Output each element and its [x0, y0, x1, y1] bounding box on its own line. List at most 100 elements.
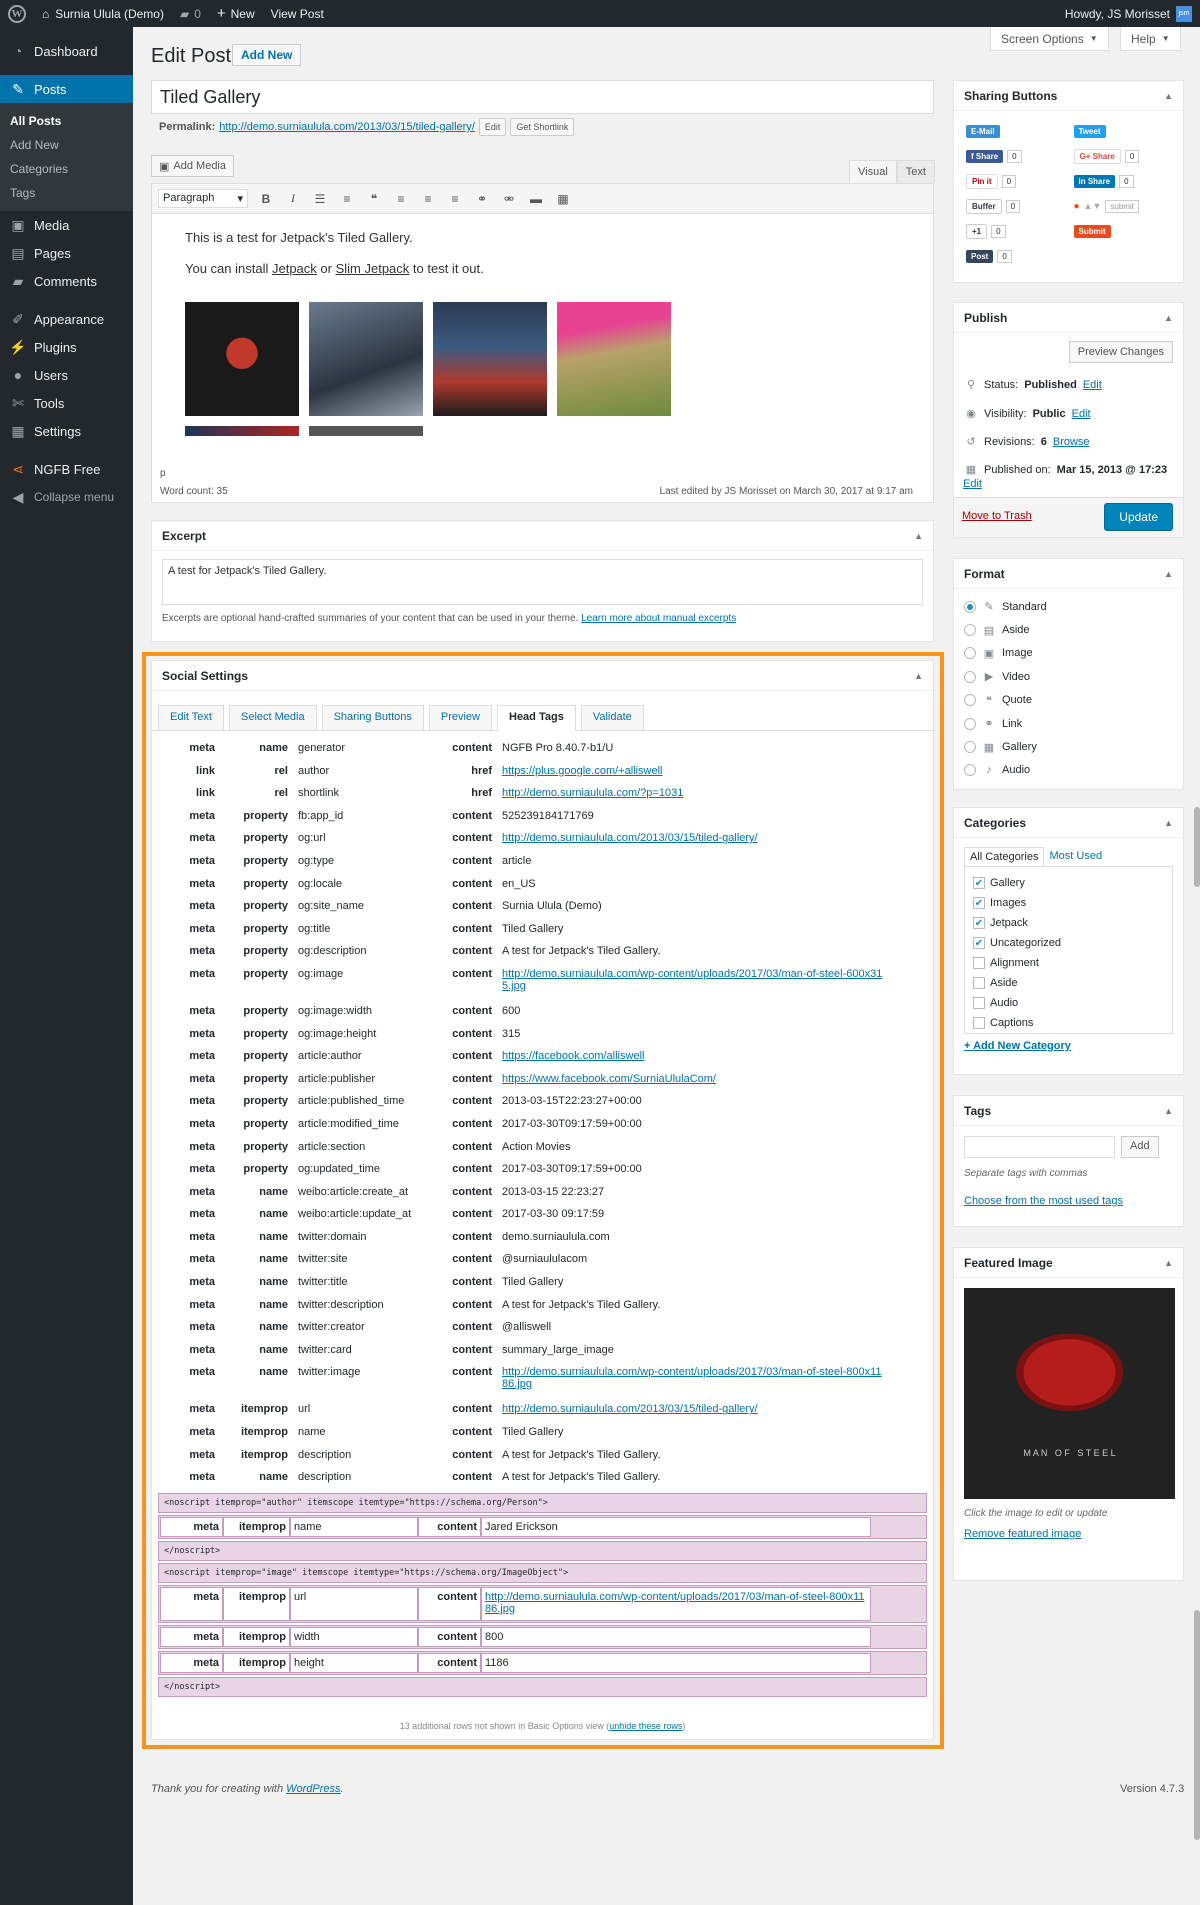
sidebar-item-appearance[interactable]: ✐ Appearance — [0, 305, 133, 333]
categories-header[interactable]: Categories ▲ — [954, 808, 1183, 838]
edit-visibility-link[interactable]: Edit — [1072, 408, 1091, 420]
wordpress-logo-menu[interactable]: W — [0, 0, 34, 27]
tab-validate[interactable]: Validate — [580, 705, 644, 730]
tab-all-categories[interactable]: All Categories — [964, 847, 1045, 866]
wordpress-link[interactable]: WordPress — [286, 1783, 340, 1795]
gallery-image[interactable] — [309, 302, 423, 416]
category-item[interactable]: ✔ Jetpack — [973, 913, 1164, 933]
tag-input[interactable] — [964, 1136, 1115, 1158]
editor-content[interactable]: This is a test for Jetpack's Tiled Galle… — [152, 214, 933, 446]
tab-sharing-buttons[interactable]: Sharing Buttons — [321, 705, 424, 730]
view-post-link[interactable]: View Post — [263, 0, 332, 27]
account-menu[interactable]: Howdy, JS Morisset jsm — [1057, 0, 1200, 27]
category-item[interactable]: ✔ Images — [973, 893, 1164, 913]
tweet-button[interactable]: Tweet — [1073, 124, 1106, 138]
submenu-tags[interactable]: Tags — [0, 181, 133, 205]
post-title-input[interactable]: Tiled Gallery — [151, 80, 934, 114]
format-select[interactable]: Paragraph ▾ — [158, 189, 248, 208]
tags-header[interactable]: Tags ▲ — [954, 1096, 1183, 1126]
email-share-button[interactable]: E-Mail — [966, 124, 1000, 138]
radio-button[interactable] — [964, 694, 976, 707]
move-to-trash-link[interactable]: Move to Trash — [962, 510, 1032, 522]
format-option-video[interactable]: ▶ Video — [954, 665, 1183, 688]
link-icon[interactable]: ⚭ — [473, 192, 491, 206]
radio-button[interactable] — [964, 764, 976, 777]
comments-menu[interactable]: ▰ 0 — [172, 0, 209, 27]
tag-value-link[interactable]: https://plus.google.com/+alliswell — [502, 765, 663, 777]
collapse-arrow-icon[interactable]: ▲ — [1164, 91, 1173, 101]
bullet-list-icon[interactable]: ☰ — [311, 192, 329, 206]
sidebar-item-dashboard[interactable]: ◔ Dashboard — [0, 37, 133, 65]
screen-options-button[interactable]: Screen Options ▼ — [990, 27, 1109, 51]
tumblr-post-button[interactable]: Post — [966, 249, 994, 263]
submenu-add-new[interactable]: Add New — [0, 133, 133, 157]
jetpack-link[interactable]: Jetpack — [272, 261, 317, 276]
collapse-arrow-icon[interactable]: ▲ — [1164, 569, 1173, 579]
gallery-image[interactable] — [185, 302, 299, 416]
checkbox[interactable]: ✔ — [973, 917, 985, 929]
tag-value-link[interactable]: https://facebook.com/alliswell — [502, 1050, 644, 1062]
publish-header[interactable]: Publish ▲ — [954, 303, 1183, 333]
radio-button[interactable] — [964, 741, 976, 754]
edit-permalink-button[interactable]: Edit — [478, 118, 507, 136]
reddit-submit-button[interactable]: submit — [1105, 199, 1139, 213]
unlink-icon[interactable]: ⚮ — [500, 192, 518, 206]
preview-changes-button[interactable]: Preview Changes — [1068, 341, 1173, 363]
collapse-arrow-icon[interactable]: ▲ — [1164, 818, 1173, 828]
align-right-icon[interactable]: ≡ — [446, 192, 464, 206]
new-content-menu[interactable]: + New — [209, 0, 263, 27]
tab-text[interactable]: Text — [896, 160, 935, 183]
browse-revisions-link[interactable]: Browse — [1053, 436, 1090, 448]
gplus-share-button[interactable]: G+ Share — [1073, 148, 1121, 164]
scrollbar-thumb[interactable] — [1194, 1610, 1200, 1840]
remove-featured-image-link[interactable]: Remove featured image — [954, 1519, 1183, 1540]
excerpt-learn-more-link[interactable]: Learn more about manual excerpts — [581, 613, 736, 624]
format-option-audio[interactable]: ♪ Audio — [954, 759, 1183, 782]
edit-date-link[interactable]: Edit — [963, 478, 982, 490]
tag-value-link[interactable]: http://demo.surniaulula.com/wp-content/u… — [485, 1591, 865, 1615]
scrollbar-thumb[interactable] — [1194, 807, 1200, 887]
bold-icon[interactable]: B — [257, 192, 275, 206]
plusone-button[interactable]: +1 — [966, 223, 988, 239]
tab-most-used[interactable]: Most Used — [1044, 847, 1107, 866]
sidebar-item-comments[interactable]: ▰ Comments — [0, 267, 133, 295]
checkbox[interactable]: ✔ — [973, 937, 985, 949]
slim-jetpack-link[interactable]: Slim Jetpack — [336, 261, 410, 276]
format-option-quote[interactable]: ❝ Quote — [954, 689, 1183, 712]
submenu-categories[interactable]: Categories — [0, 157, 133, 181]
tag-value-link[interactable]: http://demo.surniaulula.com/2013/03/15/t… — [502, 832, 758, 844]
pinterest-button[interactable]: Pin it — [966, 173, 998, 189]
update-button[interactable]: Update — [1104, 503, 1173, 531]
tab-edit-text[interactable]: Edit Text — [158, 705, 224, 730]
buffer-button[interactable]: Buffer — [966, 198, 1002, 214]
format-option-gallery[interactable]: ▦ Gallery — [954, 735, 1183, 758]
tab-head-tags[interactable]: Head Tags — [497, 705, 576, 731]
site-name-menu[interactable]: ⌂ Surnia Ulula (Demo) — [34, 0, 172, 27]
collapse-arrow-icon[interactable]: ▲ — [914, 531, 923, 541]
gallery-image[interactable] — [185, 426, 299, 436]
italic-icon[interactable]: I — [284, 191, 302, 206]
featured-image[interactable]: M A N O F S T E E L — [964, 1288, 1175, 1499]
edit-status-link[interactable]: Edit — [1083, 379, 1102, 391]
excerpt-textarea[interactable]: A test for Jetpack's Tiled Gallery. — [162, 559, 923, 605]
category-item[interactable]: Aside — [973, 973, 1164, 993]
format-option-aside[interactable]: ▤ Aside — [954, 618, 1183, 641]
align-left-icon[interactable]: ≡ — [392, 192, 410, 206]
collapse-menu-button[interactable]: ◀ Collapse menu — [0, 483, 133, 511]
tab-preview[interactable]: Preview — [428, 705, 492, 730]
checkbox[interactable] — [973, 997, 985, 1009]
sharing-buttons-header[interactable]: Sharing Buttons ▲ — [954, 81, 1183, 111]
checkbox[interactable] — [973, 1017, 985, 1029]
tag-value-link[interactable]: http://demo.surniaulula.com/wp-content/u… — [502, 968, 882, 992]
read-more-icon[interactable]: ▬ — [527, 192, 545, 206]
add-media-button[interactable]: ▣ Add Media — [151, 155, 234, 177]
tab-select-media[interactable]: Select Media — [229, 705, 317, 730]
add-tag-button[interactable]: Add — [1121, 1136, 1159, 1158]
social-settings-header[interactable]: Social Settings ▲ — [152, 661, 933, 691]
sidebar-item-plugins[interactable]: ⚡ Plugins — [0, 333, 133, 361]
tab-visual[interactable]: Visual — [849, 160, 897, 183]
collapse-arrow-icon[interactable]: ▲ — [1164, 313, 1173, 323]
get-shortlink-button[interactable]: Get Shortlink — [510, 118, 575, 136]
sidebar-item-tools[interactable]: ✄ Tools — [0, 389, 133, 417]
align-center-icon[interactable]: ≡ — [419, 192, 437, 206]
